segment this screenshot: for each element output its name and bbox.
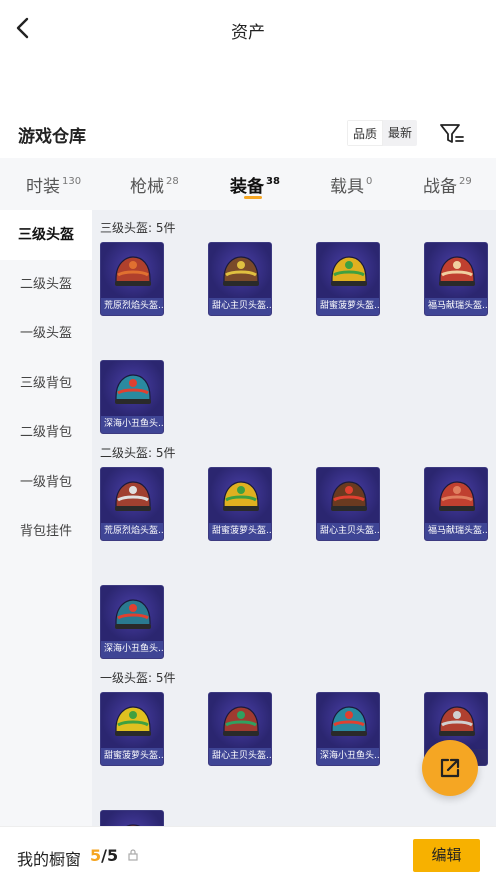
item-name: 深海小丑鱼头... bbox=[101, 416, 163, 433]
cabinet-count: 5/5 bbox=[90, 846, 118, 865]
sidebar-item-level3-backpack[interactable]: 三级背包 bbox=[0, 359, 92, 409]
item-card[interactable]: 甜蜜菠萝头盔... bbox=[316, 242, 380, 316]
tab-label: 战备 bbox=[423, 177, 457, 197]
item-name: 深海小丑鱼头... bbox=[101, 641, 163, 658]
cabinet-used: 5 bbox=[90, 846, 102, 865]
tab-weapons[interactable]: 枪械 28 bbox=[130, 172, 179, 197]
helmet-icon bbox=[331, 706, 367, 736]
helmet-icon bbox=[115, 481, 151, 511]
item-name: 荒原烈焰头盔... bbox=[101, 523, 163, 540]
item-name: 甜蜜菠萝头盔... bbox=[209, 523, 271, 540]
item-card[interactable]: 甜蜜菠萝头盔... bbox=[208, 467, 272, 541]
sidebar-item-level2-backpack[interactable]: 二级背包 bbox=[0, 408, 92, 458]
tab-label: 装备 bbox=[230, 177, 264, 197]
item-name: 甜心主贝头盔... bbox=[209, 748, 271, 765]
bottom-bar: 我的橱窗 5/5 编辑 bbox=[0, 826, 496, 883]
helmet-icon bbox=[223, 256, 259, 286]
item-card[interactable]: 甜心主贝头盔... bbox=[208, 692, 272, 766]
tab-equipment[interactable]: 装备 38 bbox=[230, 172, 280, 197]
warehouse-title: 游戏仓库 bbox=[18, 127, 86, 147]
item-card[interactable]: 甜心主贝头盔... bbox=[208, 242, 272, 316]
cabinet-total: /5 bbox=[101, 846, 119, 865]
cabinet-label: 我的橱窗 bbox=[17, 850, 82, 869]
sidebar-item-level1-backpack[interactable]: 一级背包 bbox=[0, 458, 92, 508]
helmet-icon bbox=[439, 481, 475, 511]
item-name: 福马献瑞头盔... bbox=[425, 298, 487, 315]
section-title: 一级头盔: 5件 bbox=[100, 671, 176, 685]
item-name: 深海小丑鱼头... bbox=[317, 748, 379, 765]
lock-icon bbox=[128, 849, 138, 861]
helmet-icon bbox=[115, 256, 151, 286]
helmet-icon bbox=[331, 481, 367, 511]
helmet-icon bbox=[115, 706, 151, 736]
tab-supplies[interactable]: 战备 29 bbox=[423, 172, 472, 197]
tab-vehicles[interactable]: 载具 0 bbox=[330, 172, 372, 197]
tab-count: 130 bbox=[62, 176, 82, 187]
item-card[interactable]: 福马献瑞头盔... bbox=[424, 242, 488, 316]
item-card[interactable]: 深海小丑鱼头... bbox=[100, 360, 164, 434]
item-name: 荒原烈焰头盔... bbox=[101, 298, 163, 315]
helmet-icon bbox=[115, 599, 151, 629]
item-card[interactable]: 甜心主贝头盔... bbox=[316, 467, 380, 541]
warehouse-header: 游戏仓库 品质 最新 bbox=[0, 118, 496, 150]
helmet-icon bbox=[126, 824, 141, 826]
item-name: 甜蜜菠萝头盔... bbox=[317, 298, 379, 315]
filter-icon[interactable] bbox=[439, 122, 465, 146]
helmet-icon bbox=[115, 374, 151, 404]
category-tabs: 时装 130 枪械 28 装备 38 载具 0 战备 29 bbox=[0, 158, 496, 210]
sidebar-item-level1-helmet[interactable]: 一级头盔 bbox=[0, 309, 92, 359]
tab-label: 载具 bbox=[330, 177, 364, 197]
item-card[interactable]: 福马献瑞头盔... bbox=[424, 467, 488, 541]
item-card[interactable]: 荒原烈焰头盔... bbox=[100, 242, 164, 316]
sort-latest-option[interactable]: 最新 bbox=[383, 120, 418, 146]
sort-toggle: 品质 最新 bbox=[347, 120, 418, 146]
item-name: 甜心主贝头盔... bbox=[209, 298, 271, 315]
item-grid: 三级头盔: 5件 二级头盔: 5件 一级头盔: 5件 荒原烈焰头盔... 甜心主贝… bbox=[92, 210, 496, 826]
active-tab-indicator bbox=[244, 196, 262, 199]
sidebar-item-level3-helmet[interactable]: 三级头盔 bbox=[0, 210, 92, 260]
item-name: 甜蜜菠萝头盔... bbox=[101, 748, 163, 765]
item-card[interactable]: 深海小丑鱼头... bbox=[316, 692, 380, 766]
top-bar: 资产 bbox=[0, 0, 496, 58]
helmet-icon bbox=[331, 256, 367, 286]
tab-label: 枪械 bbox=[130, 177, 164, 197]
item-card[interactable]: 荒原烈焰头盔... bbox=[100, 467, 164, 541]
item-name: 福马献瑞头盔... bbox=[425, 523, 487, 540]
edit-button[interactable]: 编辑 bbox=[413, 839, 480, 872]
tab-count: 28 bbox=[166, 176, 179, 187]
item-card[interactable]: 甜蜜菠萝头盔... bbox=[100, 692, 164, 766]
subcategory-sidebar: 三级头盔 二级头盔 一级头盔 三级背包 二级背包 一级背包 背包挂件 bbox=[0, 210, 92, 826]
section-title: 二级头盔: 5件 bbox=[100, 446, 176, 460]
helmet-icon bbox=[223, 706, 259, 736]
section-title: 三级头盔: 5件 bbox=[100, 221, 176, 235]
tab-count: 0 bbox=[366, 176, 373, 187]
helmet-icon bbox=[439, 256, 475, 286]
tab-outfit[interactable]: 时装 130 bbox=[26, 172, 81, 197]
sidebar-item-backpack-charm[interactable]: 背包挂件 bbox=[0, 507, 92, 557]
sidebar-item-level2-helmet[interactable]: 二级头盔 bbox=[0, 260, 92, 310]
helmet-icon bbox=[223, 481, 259, 511]
external-link-icon bbox=[440, 758, 460, 778]
tab-count: 29 bbox=[459, 176, 472, 187]
share-button[interactable] bbox=[422, 740, 478, 796]
item-name: 甜心主贝头盔... bbox=[317, 523, 379, 540]
tab-count: 38 bbox=[266, 176, 280, 187]
item-card[interactable] bbox=[100, 810, 164, 826]
helmet-icon bbox=[439, 706, 475, 736]
item-card[interactable]: 深海小丑鱼头... bbox=[100, 585, 164, 659]
sort-quality-option[interactable]: 品质 bbox=[347, 120, 384, 146]
page-title: 资产 bbox=[231, 23, 265, 43]
tab-label: 时装 bbox=[26, 177, 60, 197]
